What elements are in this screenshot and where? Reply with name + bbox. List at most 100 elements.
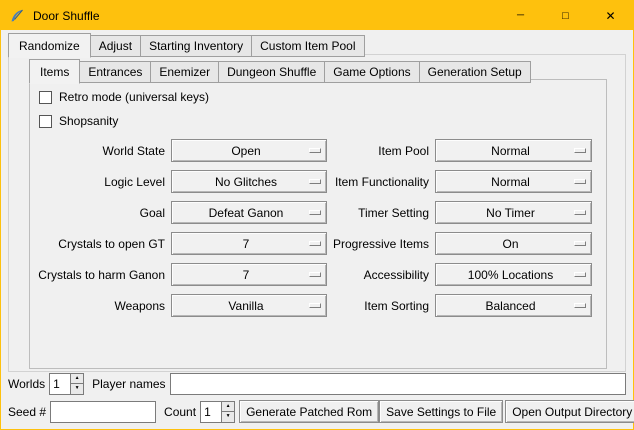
spin-down-icon[interactable]: ▼ xyxy=(71,383,83,394)
retro-mode-row: Retro mode (universal keys) xyxy=(39,87,606,107)
dropdown-indicator-icon xyxy=(309,303,321,308)
progressive-items-dropdown[interactable]: On xyxy=(435,232,592,255)
app-window: Door Shuffle ─ □ ✕ Randomize Adjust Star… xyxy=(0,0,634,430)
minimize-icon: ─ xyxy=(517,10,524,21)
accessibility-label: Accessibility xyxy=(327,268,435,282)
accessibility-dropdown[interactable]: 100% Locations xyxy=(435,263,592,286)
retro-mode-label: Retro mode (universal keys) xyxy=(59,90,209,104)
item-functionality-value: Normal xyxy=(491,175,536,189)
tab-items[interactable]: Items xyxy=(29,59,80,84)
worlds-input[interactable] xyxy=(49,373,70,395)
items-panel: Retro mode (universal keys) Shopsanity W… xyxy=(29,79,607,369)
accessibility-value: 100% Locations xyxy=(468,268,559,282)
retro-mode-checkbox[interactable] xyxy=(39,91,52,104)
shopsanity-row: Shopsanity xyxy=(39,111,606,131)
crystals-ganon-value: 7 xyxy=(243,268,256,282)
open-output-button[interactable]: Open Output Directory xyxy=(505,400,634,423)
dropdown-indicator-icon xyxy=(574,303,586,308)
item-functionality-dropdown[interactable]: Normal xyxy=(435,170,592,193)
progressive-items-label: Progressive Items xyxy=(327,237,435,251)
shopsanity-checkbox[interactable] xyxy=(39,115,52,128)
tab-game-options[interactable]: Game Options xyxy=(324,61,419,83)
worlds-row: Worlds ▲ ▼ Player names xyxy=(8,372,626,395)
goal-dropdown[interactable]: Defeat Ganon xyxy=(171,201,327,224)
spin-up-icon[interactable]: ▲ xyxy=(71,374,83,384)
item-pool-value: Normal xyxy=(491,144,536,158)
tab-adjust[interactable]: Adjust xyxy=(90,35,141,57)
generate-button[interactable]: Generate Patched Rom xyxy=(239,400,379,423)
dropdown-indicator-icon xyxy=(574,179,586,184)
count-label: Count xyxy=(164,405,196,419)
spin-up-icon[interactable]: ▲ xyxy=(222,402,234,412)
dropdown-indicator-icon xyxy=(574,272,586,277)
tab-entrances[interactable]: Entrances xyxy=(79,61,151,83)
logic-level-label: Logic Level xyxy=(30,175,171,189)
close-icon: ✕ xyxy=(605,9,615,23)
dropdown-indicator-icon xyxy=(574,241,586,246)
app-icon[interactable] xyxy=(9,8,25,24)
tab-starting-inventory[interactable]: Starting Inventory xyxy=(140,35,252,57)
save-settings-button[interactable]: Save Settings to File xyxy=(379,400,503,423)
window-title: Door Shuffle xyxy=(33,9,100,23)
tab-randomize[interactable]: Randomize xyxy=(8,33,91,58)
item-pool-dropdown[interactable]: Normal xyxy=(435,139,592,162)
crystals-ganon-label: Crystals to harm Ganon xyxy=(30,268,171,282)
item-sorting-label: Item Sorting xyxy=(327,299,435,313)
world-state-dropdown[interactable]: Open xyxy=(171,139,327,162)
timer-setting-dropdown[interactable]: No Timer xyxy=(435,201,592,224)
logic-level-dropdown[interactable]: No Glitches xyxy=(171,170,327,193)
seed-row: Seed # Count ▲ ▼ Generate Patched Rom Sa… xyxy=(8,400,626,423)
minimize-button[interactable]: ─ xyxy=(498,1,543,30)
tab-generation-setup[interactable]: Generation Setup xyxy=(419,61,531,83)
window-controls: ─ □ ✕ xyxy=(498,1,633,30)
tab-enemizer[interactable]: Enemizer xyxy=(150,61,219,83)
worlds-spinbox: ▲ ▼ xyxy=(49,373,84,395)
seed-label: Seed # xyxy=(8,405,46,419)
count-spinbox: ▲ ▼ xyxy=(200,401,235,423)
seed-input[interactable] xyxy=(50,401,156,423)
goal-label: Goal xyxy=(30,206,171,220)
player-names-label: Player names xyxy=(92,377,165,391)
worlds-label: Worlds xyxy=(8,377,45,391)
weapons-dropdown[interactable]: Vanilla xyxy=(171,294,327,317)
weapons-value: Vanilla xyxy=(228,299,269,313)
maximize-button[interactable]: □ xyxy=(543,1,588,30)
dropdown-indicator-icon xyxy=(309,241,321,246)
crystals-gt-label: Crystals to open GT xyxy=(30,237,171,251)
item-sorting-value: Balanced xyxy=(485,299,541,313)
dropdown-indicator-icon xyxy=(309,179,321,184)
item-sorting-dropdown[interactable]: Balanced xyxy=(435,294,592,317)
main-tab-bar: Randomize Adjust Starting Inventory Cust… xyxy=(8,33,364,57)
count-spin-buttons: ▲ ▼ xyxy=(221,401,235,423)
logic-level-value: No Glitches xyxy=(215,175,283,189)
client-area: Randomize Adjust Starting Inventory Cust… xyxy=(1,30,633,429)
dropdown-indicator-icon xyxy=(309,272,321,277)
tab-custom-item-pool[interactable]: Custom Item Pool xyxy=(251,35,364,57)
dropdown-indicator-icon xyxy=(574,210,586,215)
timer-setting-label: Timer Setting xyxy=(327,206,435,220)
crystals-ganon-dropdown[interactable]: 7 xyxy=(171,263,327,286)
maximize-icon: □ xyxy=(562,10,569,22)
shopsanity-label: Shopsanity xyxy=(59,114,118,128)
world-state-value: Open xyxy=(231,144,266,158)
goal-value: Defeat Ganon xyxy=(209,206,290,220)
randomize-panel: Items Entrances Enemizer Dungeon Shuffle… xyxy=(8,54,626,372)
close-button[interactable]: ✕ xyxy=(588,1,633,30)
bottom-bar: Worlds ▲ ▼ Player names Seed # Count xyxy=(8,372,626,423)
dropdown-indicator-icon xyxy=(309,148,321,153)
weapons-label: Weapons xyxy=(30,299,171,313)
player-names-input[interactable] xyxy=(170,373,627,395)
spin-down-icon[interactable]: ▼ xyxy=(222,411,234,422)
timer-setting-value: No Timer xyxy=(486,206,541,220)
progressive-items-value: On xyxy=(502,237,524,251)
item-functionality-label: Item Functionality xyxy=(327,175,435,189)
crystals-gt-value: 7 xyxy=(243,237,256,251)
titlebar[interactable]: Door Shuffle ─ □ ✕ xyxy=(1,1,633,30)
count-input[interactable] xyxy=(200,401,221,423)
tab-dungeon-shuffle[interactable]: Dungeon Shuffle xyxy=(218,61,325,83)
dropdown-indicator-icon xyxy=(574,148,586,153)
item-pool-label: Item Pool xyxy=(327,144,435,158)
crystals-gt-dropdown[interactable]: 7 xyxy=(171,232,327,255)
world-state-label: World State xyxy=(30,144,171,158)
options-grid: World State Open Item Pool Normal Logic … xyxy=(30,135,606,321)
